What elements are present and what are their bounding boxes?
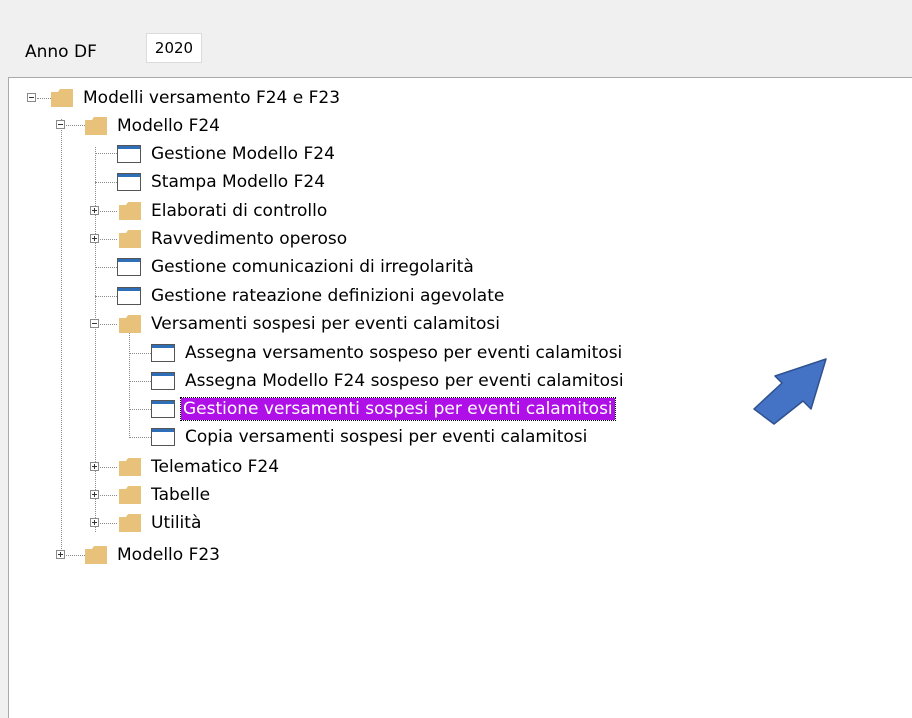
tree-connector — [95, 147, 96, 532]
tree-connector — [129, 353, 151, 354]
folder-icon — [51, 89, 73, 107]
tree-item-telematico-f24[interactable]: Telematico F24 — [151, 456, 279, 478]
folder-icon — [119, 202, 141, 220]
tree-item-root[interactable]: Modelli versamento F24 e F23 — [83, 87, 340, 109]
tree-item-utilita[interactable]: Utilità — [151, 512, 201, 534]
tree-connector — [66, 125, 85, 126]
tree-connector — [100, 211, 117, 212]
document-icon — [151, 400, 175, 418]
tree-item-copia-versamenti-sospesi[interactable]: Copia versamenti sospesi per eventi cala… — [185, 426, 587, 448]
tree-connector — [100, 467, 117, 468]
tree-connector — [129, 437, 151, 438]
document-icon — [151, 428, 175, 446]
document-icon — [117, 145, 141, 163]
folder-icon — [119, 315, 141, 333]
folder-icon — [119, 230, 141, 248]
tree-item-modello-f23[interactable]: Modello F23 — [117, 544, 220, 566]
document-icon — [117, 173, 141, 191]
document-icon — [151, 344, 175, 362]
tree-connector — [95, 182, 117, 183]
tree-connector — [100, 324, 117, 325]
tree-item-gestione-modello-f24[interactable]: Gestione Modello F24 — [151, 143, 335, 165]
document-icon — [117, 287, 141, 305]
tree-item-gestione-rateazione[interactable]: Gestione rateazione definizioni agevolat… — [151, 285, 504, 307]
document-icon — [117, 258, 141, 276]
tree-connector — [100, 239, 117, 240]
tree-connector — [100, 495, 117, 496]
folder-icon — [85, 546, 107, 564]
tree-item-ravvedimento-operoso[interactable]: Ravvedimento operoso — [151, 228, 347, 250]
tree-connector — [100, 523, 117, 524]
arrow-pointer-icon — [753, 358, 827, 425]
folder-icon — [85, 117, 107, 135]
document-icon — [151, 372, 175, 390]
tree-item-gestione-versamenti-sospesi-selected[interactable]: Gestione versamenti sospesi per eventi c… — [180, 397, 616, 421]
collapse-toggle[interactable] — [56, 120, 65, 129]
collapse-toggle[interactable] — [27, 93, 36, 102]
expand-toggle[interactable] — [90, 462, 99, 471]
tree-item-assegna-versamento-sospeso[interactable]: Assegna versamento sospeso per eventi ca… — [185, 342, 622, 364]
tree-item-tabelle[interactable]: Tabelle — [151, 484, 210, 506]
folder-icon — [119, 458, 141, 476]
anno-df-input[interactable] — [146, 33, 202, 63]
tree-connector — [37, 98, 51, 99]
tree-item-stampa-modello-f24[interactable]: Stampa Modello F24 — [151, 171, 325, 193]
tree-item-versamenti-sospesi[interactable]: Versamenti sospesi per eventi calamitosi — [151, 313, 500, 335]
tree-item-modello-f24[interactable]: Modello F24 — [117, 115, 220, 137]
tree-connector — [129, 381, 151, 382]
tree-connector — [129, 409, 151, 410]
folder-icon — [119, 486, 141, 504]
tree-item-elaborati-di-controllo[interactable]: Elaborati di controllo — [151, 200, 327, 222]
tree-connector — [95, 296, 117, 297]
expand-toggle[interactable] — [90, 518, 99, 527]
tree-connector — [95, 267, 117, 268]
expand-toggle[interactable] — [90, 206, 99, 215]
collapse-toggle[interactable] — [90, 319, 99, 328]
folder-icon — [119, 514, 141, 532]
tree-connector — [66, 555, 85, 556]
expand-toggle[interactable] — [90, 234, 99, 243]
expand-toggle[interactable] — [90, 490, 99, 499]
tree-item-assegna-modello-f24-sospeso[interactable]: Assegna Modello F24 sospeso per eventi c… — [185, 370, 624, 392]
tree-item-gestione-comunicazioni[interactable]: Gestione comunicazioni di irregolarità — [151, 256, 474, 278]
expand-toggle[interactable] — [56, 550, 65, 559]
tree-connector — [129, 329, 130, 436]
tree-connector — [61, 119, 62, 555]
tree-connector — [95, 153, 117, 154]
anno-df-label: Anno DF — [25, 42, 97, 62]
